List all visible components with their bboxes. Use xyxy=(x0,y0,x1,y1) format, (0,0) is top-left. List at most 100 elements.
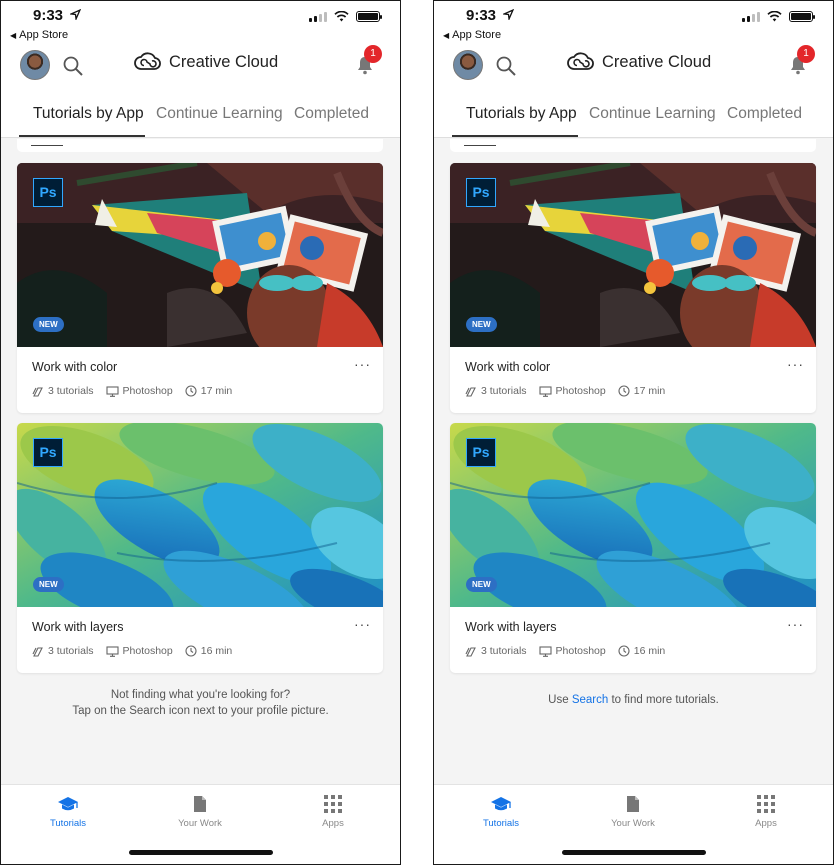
duration: 16 min xyxy=(185,645,232,657)
tabbar-your-work[interactable]: Your Work xyxy=(598,795,668,829)
tab-completed[interactable]: Completed xyxy=(727,105,802,123)
clock-icon xyxy=(618,385,630,397)
tab-continue-learning[interactable]: Continue Learning xyxy=(156,105,283,123)
home-indicator[interactable] xyxy=(562,850,706,855)
desktop-icon xyxy=(538,385,552,397)
card-meta: 3 tutorials Photoshop 16 min xyxy=(32,645,238,657)
tutorial-card[interactable]: Ps NEW Work with color ··· 3 tutorials P… xyxy=(17,163,383,413)
back-triangle-icon: ◀ xyxy=(10,31,17,40)
new-tag: NEW xyxy=(33,577,64,592)
tutorial-card[interactable]: Ps NEW Work with layers ··· 3 tutorials … xyxy=(450,423,816,673)
tutorial-list[interactable]: Ps NEW Work with color ··· 3 tutorials P… xyxy=(434,139,833,784)
tabbar-apps[interactable]: Apps xyxy=(298,795,368,829)
card-meta: 3 tutorials Photoshop 16 min xyxy=(465,645,671,657)
search-icon[interactable] xyxy=(62,55,84,77)
duration: 16 min xyxy=(618,645,666,657)
notification-badge: 1 xyxy=(797,45,815,63)
back-to-app-store[interactable]: ◀ App Store xyxy=(443,29,501,41)
app-name-text: Photoshop xyxy=(555,385,606,397)
clock-icon xyxy=(618,645,630,657)
active-tab-underline xyxy=(19,135,145,137)
tabbar-tutorials[interactable]: Tutorials xyxy=(33,795,103,829)
app-name-meta: Photoshop xyxy=(105,385,173,397)
more-options-button[interactable]: ··· xyxy=(354,357,371,371)
tab-tutorials-by-app[interactable]: Tutorials by App xyxy=(466,105,577,123)
search-link[interactable]: Search xyxy=(572,694,608,706)
duration: 17 min xyxy=(185,385,233,397)
duration-text: 16 min xyxy=(633,645,666,657)
tutorial-card[interactable]: Ps NEW Work with layers ··· 3 tutorials … xyxy=(17,423,383,673)
profile-avatar[interactable] xyxy=(20,50,50,80)
document-icon xyxy=(194,796,206,812)
help-message-line2: Tap on the Search icon next to your prof… xyxy=(72,705,329,717)
tabbar-label: Apps xyxy=(322,818,344,829)
back-triangle-icon: ◀ xyxy=(443,31,450,40)
new-tag: NEW xyxy=(466,577,497,592)
tutorials-stack-icon xyxy=(465,646,476,657)
graduation-cap-icon xyxy=(491,797,511,811)
phone-screen-left: 9:33 ◀ App Store Creative Cloud 1 Tutoria… xyxy=(0,0,401,865)
signal-icon xyxy=(742,11,760,22)
phone-screen-right: 9:33 ◀ App Store Creative Cloud 1 Tutoria… xyxy=(433,0,834,865)
app-name-text: Photoshop xyxy=(122,645,173,657)
tutorial-count: 3 tutorials xyxy=(32,385,94,397)
tabbar-label: Your Work xyxy=(611,818,655,829)
tutorial-list[interactable]: Ps NEW Work with color ··· 3 tutorials P… xyxy=(1,139,400,784)
photoshop-app-badge: Ps xyxy=(466,438,496,467)
tab-continue-learning[interactable]: Continue Learning xyxy=(589,105,716,123)
tab-tutorials-by-app[interactable]: Tutorials by App xyxy=(33,105,144,123)
clock-icon xyxy=(185,645,197,657)
previous-card-edge xyxy=(450,139,816,152)
tabbar-label: Your Work xyxy=(178,818,222,829)
card-thumbnail-color: Ps NEW xyxy=(450,163,816,347)
duration: 17 min xyxy=(618,385,666,397)
duration-text: 17 min xyxy=(633,385,666,397)
photoshop-app-badge: Ps xyxy=(33,438,63,467)
help-message: Not finding what you're looking for? Tap… xyxy=(1,687,400,719)
tabbar-your-work[interactable]: Your Work xyxy=(165,795,235,829)
card-thumbnail-layers: Ps NEW xyxy=(450,423,816,607)
location-arrow-icon xyxy=(503,9,514,20)
tutorial-count-text: 3 tutorials xyxy=(48,645,94,657)
card-thumbnail-color: Ps NEW xyxy=(17,163,383,347)
card-meta: 3 tutorials Photoshop 17 min xyxy=(32,385,238,397)
more-options-button[interactable]: ··· xyxy=(354,617,371,631)
tutorial-card[interactable]: Ps NEW Work with color ··· 3 tutorials P… xyxy=(450,163,816,413)
status-bar: 9:33 ◀ App Store xyxy=(1,1,400,43)
app-name-meta: Photoshop xyxy=(105,645,173,657)
tutorial-count: 3 tutorials xyxy=(32,645,94,657)
new-tag: NEW xyxy=(33,317,64,332)
location-arrow-icon xyxy=(70,9,81,20)
bottom-tab-bar: Tutorials Your Work Apps xyxy=(434,784,833,864)
help-message-line1: Not finding what you're looking for? xyxy=(110,689,291,701)
more-options-button[interactable]: ··· xyxy=(787,617,804,631)
tabbar-tutorials[interactable]: Tutorials xyxy=(466,795,536,829)
back-to-app-store[interactable]: ◀ App Store xyxy=(10,29,68,41)
status-time: 9:33 xyxy=(466,7,497,24)
brand: Creative Cloud xyxy=(133,52,278,72)
tab-bar-top: Tutorials by App Continue Learning Compl… xyxy=(434,91,833,138)
app-name-text: Photoshop xyxy=(122,385,173,397)
profile-avatar[interactable] xyxy=(453,50,483,80)
card-meta: 3 tutorials Photoshop 17 min xyxy=(465,385,671,397)
tab-completed[interactable]: Completed xyxy=(294,105,369,123)
tutorial-count: 3 tutorials xyxy=(465,645,527,657)
wifi-icon xyxy=(334,11,349,22)
status-bar: 9:33 ◀ App Store xyxy=(434,1,833,43)
status-icons xyxy=(309,11,382,22)
tutorial-count-text: 3 tutorials xyxy=(481,645,527,657)
photoshop-app-badge: Ps xyxy=(33,178,63,207)
battery-icon xyxy=(356,11,382,22)
brand: Creative Cloud xyxy=(566,52,711,72)
search-icon[interactable] xyxy=(495,55,517,77)
signal-icon xyxy=(309,11,327,22)
tabbar-apps[interactable]: Apps xyxy=(731,795,801,829)
status-time: 9:33 xyxy=(33,7,64,24)
grid-icon xyxy=(757,795,775,813)
home-indicator[interactable] xyxy=(129,850,273,855)
more-options-button[interactable]: ··· xyxy=(787,357,804,371)
previous-card-edge xyxy=(17,139,383,152)
tutorials-stack-icon xyxy=(32,386,43,397)
duration-text: 17 min xyxy=(200,385,233,397)
tabbar-label: Tutorials xyxy=(49,818,87,829)
